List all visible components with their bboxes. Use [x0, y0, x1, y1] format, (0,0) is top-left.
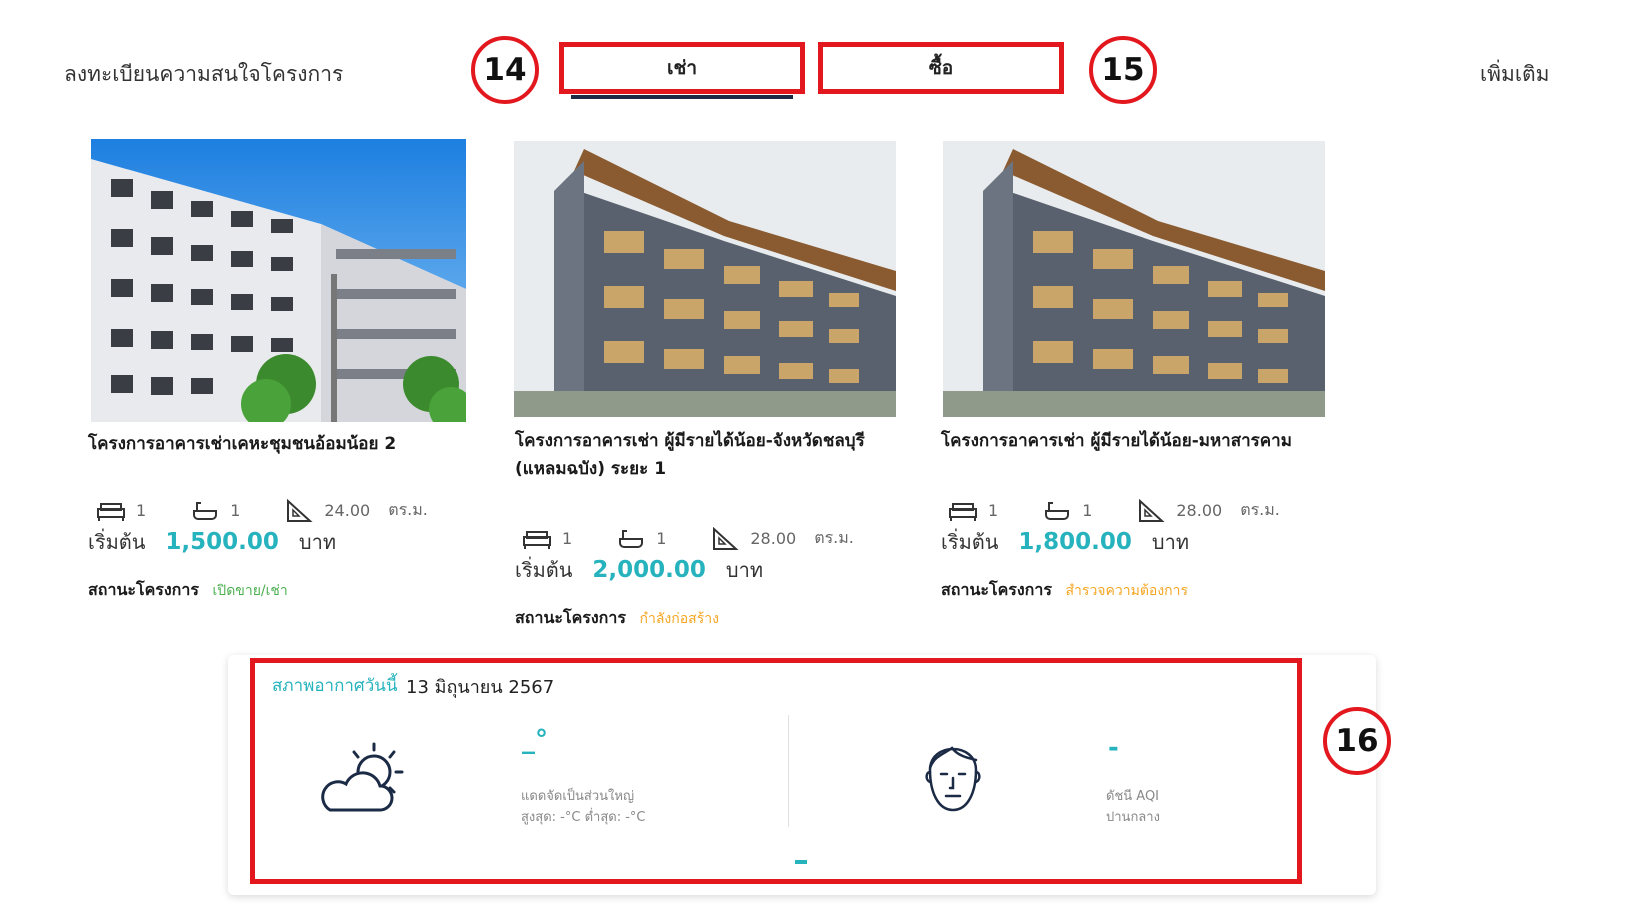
aqi-value: -	[1108, 733, 1119, 763]
project-photo-2[interactable]	[514, 141, 896, 417]
bath-icon	[1045, 501, 1070, 520]
status-label: สถานะโครงการ	[941, 580, 1052, 599]
building-photo-3	[943, 141, 1325, 417]
project-price-2: เริ่มต้น 2,000.00 บาท	[515, 554, 763, 586]
price-prefix: เริ่มต้น	[941, 530, 999, 554]
area-icon	[1139, 498, 1165, 522]
area-icon	[287, 498, 313, 522]
area-value: 28.00	[750, 529, 797, 548]
area-value: 28.00	[1176, 501, 1223, 520]
more-link[interactable]: เพิ่มเติม	[1480, 58, 1550, 91]
weather-min-max: สูงสุด: -°C ต่ำสุด: -°C	[521, 810, 646, 825]
status-label: สถานะโครงการ	[88, 580, 199, 599]
project-specs-3: 1 1 28.00 ตร.ม.	[948, 498, 1280, 523]
area-unit: ตร.ม.	[388, 500, 428, 519]
area-value: 24.00	[324, 501, 371, 520]
project-status-2: สถานะโครงการ กำลังก่อสร้าง	[515, 606, 719, 631]
project-specs-1: 1 1 24.00 ตร.ม.	[96, 498, 428, 523]
project-title-1[interactable]: โครงการอาคารเช่าเคหะชุมชนอ้อมน้อย 2	[88, 430, 508, 458]
bath-icon	[193, 501, 218, 520]
weather-description: แดดจัดเป็นส่วนใหญ่	[521, 789, 635, 804]
bedroom-count: 1	[562, 529, 573, 548]
project-price-1: เริ่มต้น 1,500.00 บาท	[88, 526, 336, 558]
project-photo-3[interactable]	[943, 141, 1325, 417]
project-status-1: สถานะโครงการ เปิดขาย/เช่า	[88, 578, 288, 603]
bed-icon	[949, 502, 977, 521]
face-icon	[925, 746, 981, 812]
status-label: สถานะโครงการ	[515, 608, 626, 627]
project-photo-1[interactable]	[91, 139, 466, 422]
tab-buy[interactable]: ซื้อ	[818, 42, 1064, 94]
area-icon	[713, 526, 739, 550]
status-badge: กำลังก่อสร้าง	[639, 611, 719, 627]
active-tab-indicator	[571, 95, 793, 99]
register-interest-link[interactable]: ลงทะเบียนความสนใจโครงการ	[64, 58, 343, 91]
carousel-indicator[interactable]	[795, 860, 807, 864]
aqi-level: ปานกลาง	[1106, 810, 1160, 825]
partly-cloudy-icon	[321, 742, 404, 812]
weather-divider	[788, 715, 789, 827]
area-unit: ตร.ม.	[814, 528, 854, 547]
status-badge: สำรวจความต้องการ	[1065, 583, 1189, 599]
currency: บาท	[725, 558, 764, 582]
weather-heading: สภาพอากาศวันนี้	[272, 676, 398, 696]
currency: บาท	[1151, 530, 1190, 554]
project-title-3[interactable]: โครงการอาคารเช่า ผู้มีรายได้น้อย-มหาสารค…	[941, 427, 1361, 455]
bed-icon	[97, 502, 125, 521]
bedroom-count: 1	[136, 501, 147, 520]
price-value: 1,800.00	[1018, 529, 1132, 555]
weather-date: 13 มิถุนายน 2567	[406, 677, 555, 698]
aqi-label: ดัชนี AQI	[1106, 789, 1160, 804]
project-title-2[interactable]: โครงการอาคารเช่า ผู้มีรายได้น้อย-จังหวัด…	[515, 427, 915, 483]
bath-icon	[619, 529, 644, 548]
project-status-3: สถานะโครงการ สำรวจความต้องการ	[941, 578, 1188, 603]
currency: บาท	[298, 530, 337, 554]
bathroom-count: 1	[230, 501, 241, 520]
bed-icon	[523, 530, 551, 549]
building-photo-2	[514, 141, 896, 417]
temperature-value: _°	[522, 725, 548, 755]
project-specs-2: 1 1 28.00 ตร.ม.	[522, 526, 854, 551]
annotation-marker-15: 15	[1089, 36, 1157, 104]
bathroom-count: 1	[656, 529, 667, 548]
annotation-marker-16: 16	[1323, 707, 1391, 775]
bathroom-count: 1	[1082, 501, 1093, 520]
price-prefix: เริ่มต้น	[88, 530, 146, 554]
project-price-3: เริ่มต้น 1,800.00 บาท	[941, 526, 1189, 558]
building-photo-1	[91, 139, 466, 422]
price-value: 2,000.00	[592, 557, 706, 583]
price-prefix: เริ่มต้น	[515, 558, 573, 582]
status-badge: เปิดขาย/เช่า	[212, 583, 288, 599]
area-unit: ตร.ม.	[1240, 500, 1280, 519]
tab-rent[interactable]: เช่า	[559, 42, 805, 94]
price-value: 1,500.00	[165, 529, 279, 555]
bedroom-count: 1	[988, 501, 999, 520]
annotation-marker-14: 14	[471, 36, 539, 104]
